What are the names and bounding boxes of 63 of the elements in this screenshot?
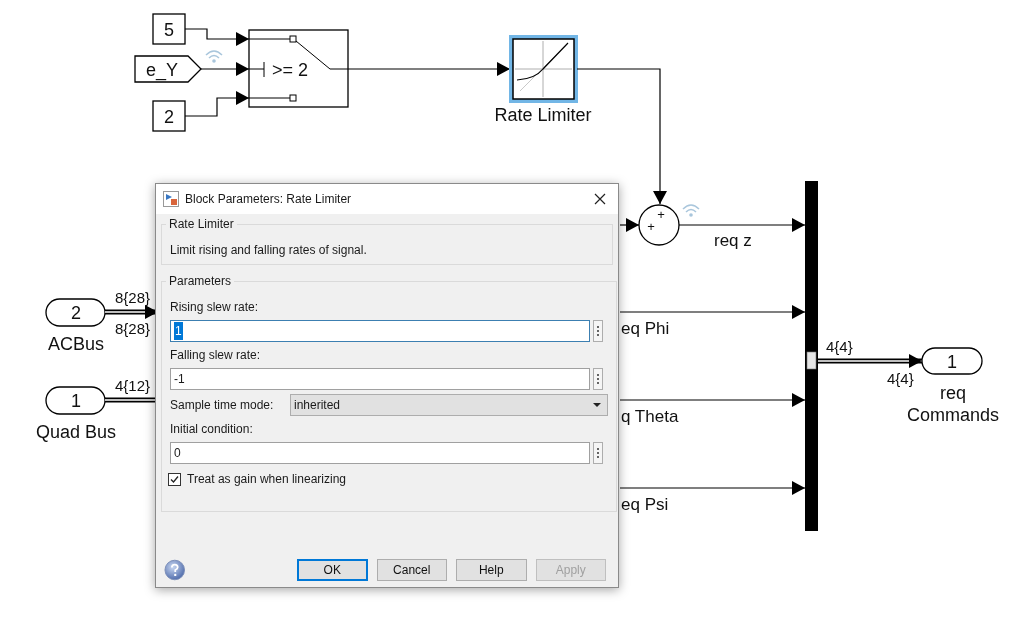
signal-label: eq Psi <box>621 495 669 514</box>
wireless-icon <box>205 50 223 63</box>
checkbox[interactable] <box>168 472 181 486</box>
signal-width-label: 4{4} <box>887 370 914 387</box>
tag-label: e_Y <box>146 60 178 80</box>
constant-value: 5 <box>164 20 174 40</box>
caret-icon <box>593 403 601 407</box>
help-icon[interactable] <box>164 559 186 581</box>
field-label: Initial condition: <box>170 421 254 436</box>
port-number: 1 <box>947 352 957 372</box>
input-field[interactable]: 1 <box>170 320 590 342</box>
dialog-button[interactable]: Cancel <box>376 559 448 581</box>
from-tag <box>134 55 202 83</box>
dialog-button[interactable]: OK <box>297 559 368 581</box>
signal-width-label: 8{28} <box>115 320 151 337</box>
more-options-button[interactable] <box>593 442 603 464</box>
dropdown[interactable]: inherited <box>290 394 608 416</box>
checkbox-label: Treat as gain when linearizing <box>187 471 346 488</box>
rate-limiter-block <box>509 35 578 103</box>
signal-label: q Theta <box>621 407 679 426</box>
sign-label: + <box>647 219 655 234</box>
more-options-button[interactable] <box>593 320 603 342</box>
port-marker <box>806 351 817 370</box>
block-icon <box>163 191 179 207</box>
input-field[interactable]: 0 <box>170 442 590 464</box>
signal-width-label: 8{28} <box>115 289 151 306</box>
signal-line <box>184 91 250 117</box>
close-icon <box>594 193 606 205</box>
port-label: Quad Bus <box>35 422 117 442</box>
inport-block <box>45 386 106 415</box>
signal-width-label: 4{12} <box>115 377 151 394</box>
signal-label: req z <box>714 231 752 250</box>
wireless-icon <box>682 204 700 217</box>
group-title: Rate Limiter <box>168 216 235 233</box>
port-number: 1 <box>71 391 81 411</box>
dialog-button[interactable]: Help <box>456 559 527 581</box>
constant-value: 2 <box>164 107 174 127</box>
bus-line <box>104 397 156 403</box>
input-field[interactable]: -1 <box>170 368 590 390</box>
outport-block <box>921 347 983 375</box>
inport-block <box>45 298 106 327</box>
signal-label: eq Phi <box>621 319 670 338</box>
signal-width-label: 4{4} <box>826 338 853 355</box>
field-label: Falling slew rate: <box>170 347 262 362</box>
signal-line <box>200 62 250 76</box>
constant-block <box>152 100 186 132</box>
sign-label: + <box>657 207 665 222</box>
port-label: Commands <box>907 405 999 425</box>
port-label: req <box>940 383 966 403</box>
constant-block <box>152 13 186 45</box>
field-label: Rising slew rate: <box>170 299 260 314</box>
port-number: 2 <box>71 303 81 323</box>
block-label: Rate Limiter <box>494 105 592 125</box>
group-title: Parameters <box>168 273 233 290</box>
signal-line <box>184 28 250 46</box>
switch-criteria: >= 2 <box>272 60 309 80</box>
description-text: Limit rising and falling rates of signal. <box>170 242 368 259</box>
port-label: ACBus <box>48 334 104 354</box>
more-options-button[interactable] <box>593 368 603 390</box>
signal-line <box>619 218 640 232</box>
sum-block <box>638 204 680 246</box>
field-label: Sample time mode: <box>170 397 275 414</box>
window-title: Block Parameters: Rate Limiter <box>185 191 353 208</box>
